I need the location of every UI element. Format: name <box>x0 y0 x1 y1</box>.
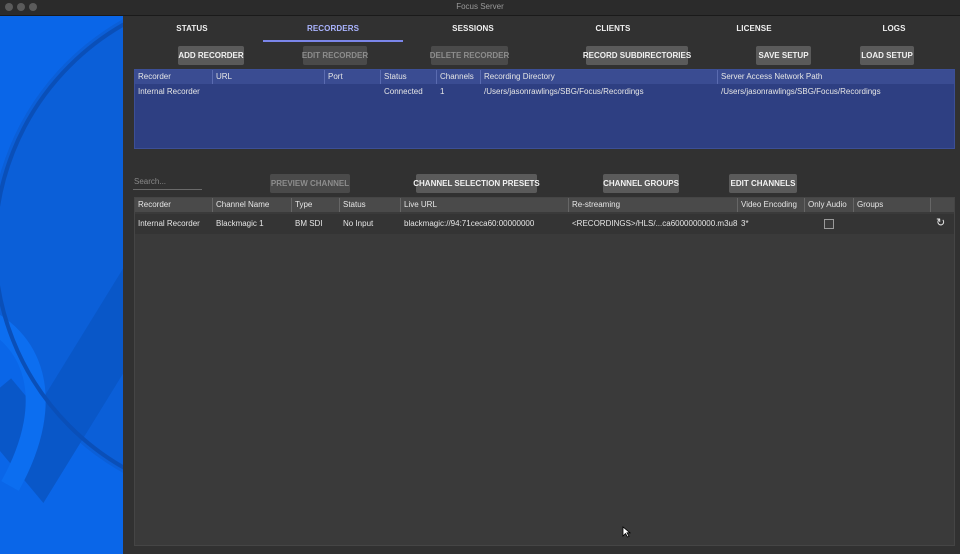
cell-recording-directory: /Users/jasonrawlings/SBG/Focus/Recording… <box>484 87 644 96</box>
brand-side-panel <box>0 16 123 554</box>
cell-recorder: Internal Recorder <box>138 87 200 96</box>
column-header-server-access-path[interactable]: Server Access Network Path <box>718 70 954 84</box>
column-header-recorder[interactable]: Recorder <box>135 198 213 212</box>
edit-recorder-button[interactable]: EDIT RECORDER <box>302 46 368 65</box>
cell-video-encoding: 3* <box>741 219 749 228</box>
cell-type: BM SDI <box>295 219 323 228</box>
cell-status: Connected <box>384 87 423 96</box>
column-header-only-audio[interactable]: Only Audio <box>805 198 854 212</box>
tab-bar: STATUS RECORDERS SESSIONS CLIENTS LICENS… <box>123 16 960 42</box>
cell-port <box>325 85 381 99</box>
cell-url <box>213 85 325 99</box>
tab-logs[interactable]: LOGS <box>882 24 905 33</box>
column-header-status[interactable]: Status <box>381 70 437 84</box>
load-setup-button[interactable]: LOAD SETUP <box>860 46 914 65</box>
record-subdirectories-button[interactable]: RECORD SUBDIRECTORIES <box>583 46 691 65</box>
tab-status[interactable]: STATUS <box>176 24 207 33</box>
title-bar: Focus Server <box>0 0 960 16</box>
cell-groups <box>854 217 931 231</box>
column-header-url[interactable]: URL <box>213 70 325 84</box>
channel-groups-button[interactable]: CHANNEL GROUPS <box>603 174 679 193</box>
tab-sessions[interactable]: SESSIONS <box>452 24 494 33</box>
active-tab-indicator <box>263 40 403 42</box>
only-audio-checkbox[interactable] <box>824 219 834 229</box>
tab-clients[interactable]: CLIENTS <box>596 24 631 33</box>
main-content: STATUS RECORDERS SESSIONS CLIENTS LICENS… <box>123 16 960 554</box>
cell-channel-name: Blackmagic 1 <box>216 219 264 228</box>
column-header-channels[interactable]: Channels <box>437 70 481 84</box>
cell-re-streaming: <RECORDINGS>/HLS/...ca6000000000.m3u8 <box>572 219 738 228</box>
save-setup-button[interactable]: SAVE SETUP <box>756 46 811 65</box>
add-recorder-button[interactable]: ADD RECORDER <box>178 46 244 65</box>
delete-recorder-button[interactable]: DELETE RECORDER <box>430 46 509 65</box>
column-header-actions <box>931 198 954 212</box>
search-input[interactable] <box>133 174 202 190</box>
channels-table-header: Recorder Channel Name Type Status Live U… <box>135 198 954 212</box>
edit-channels-button[interactable]: EDIT CHANNELS <box>729 174 797 193</box>
column-header-recorder[interactable]: Recorder <box>135 70 213 84</box>
table-row[interactable]: Internal Recorder Blackmagic 1 BM SDI No… <box>135 214 954 234</box>
channel-selection-presets-button[interactable]: CHANNEL SELECTION PRESETS <box>413 174 540 193</box>
refresh-icon[interactable]: ↻ <box>936 216 945 229</box>
preview-channel-button[interactable]: PREVIEW CHANNEL <box>270 174 350 193</box>
column-header-re-streaming[interactable]: Re-streaming <box>569 198 738 212</box>
column-header-status[interactable]: Status <box>340 198 401 212</box>
recorders-table-header: Recorder URL Port Status Channels Record… <box>135 70 954 84</box>
column-header-live-url[interactable]: Live URL <box>401 198 569 212</box>
column-header-recording-directory[interactable]: Recording Directory <box>481 70 718 84</box>
cell-channels: 1 <box>440 87 445 96</box>
column-header-type[interactable]: Type <box>292 198 340 212</box>
column-header-video-encoding[interactable]: Video Encoding <box>738 198 805 212</box>
cell-status: No Input <box>343 219 374 228</box>
cell-server-access-path: /Users/jasonrawlings/SBG/Focus/Recording… <box>721 87 881 96</box>
brand-logo-graphic <box>0 16 123 554</box>
window-title: Focus Server <box>456 2 504 11</box>
column-header-channel-name[interactable]: Channel Name <box>213 198 292 212</box>
recorders-table: Recorder URL Port Status Channels Record… <box>134 69 955 149</box>
cell-live-url: blackmagic://94:71ceca60:00000000 <box>404 219 535 228</box>
column-header-port[interactable]: Port <box>325 70 381 84</box>
tab-recorders[interactable]: RECORDERS <box>307 24 359 33</box>
column-header-groups[interactable]: Groups <box>854 198 931 212</box>
channels-table: Recorder Channel Name Type Status Live U… <box>134 197 955 546</box>
tab-license[interactable]: LICENSE <box>736 24 771 33</box>
cell-recorder: Internal Recorder <box>138 219 200 228</box>
mouse-pointer-icon <box>622 526 631 538</box>
